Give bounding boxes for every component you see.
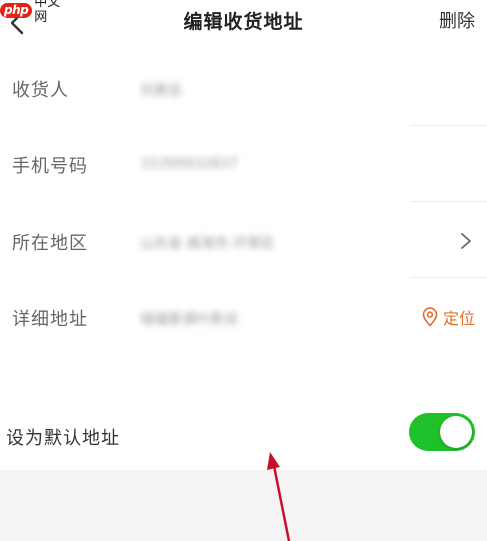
phone-label: 手机号码 bbox=[12, 156, 88, 177]
locate-button[interactable]: 定位 bbox=[421, 305, 475, 329]
region-label: 所在地区 bbox=[12, 233, 88, 254]
region-value[interactable]: 山东省 威海市 环翠区 bbox=[140, 233, 275, 253]
location-pin-icon bbox=[422, 307, 438, 327]
address-row[interactable]: 详细地址 瑞福客满叶斯派 定位 bbox=[0, 278, 487, 358]
default-address-row: 设为默认地址 bbox=[0, 410, 487, 470]
address-input[interactable]: 瑞福客满叶斯派 bbox=[140, 309, 238, 329]
receiver-row[interactable]: 收货人 刘景岳 bbox=[0, 46, 487, 126]
receiver-label: 收货人 bbox=[12, 80, 69, 101]
address-label: 详细地址 bbox=[12, 309, 88, 330]
region-row[interactable]: 所在地区 山东省 威海市 环翠区 bbox=[0, 202, 487, 278]
address-form: 收货人 刘景岳 手机号码 15399932837 所在地区 山东省 威海市 环翠… bbox=[0, 46, 487, 470]
receiver-input[interactable]: 刘景岳 bbox=[140, 80, 182, 100]
delete-button[interactable]: 删除 bbox=[439, 0, 475, 44]
phone-input[interactable]: 15399932837 bbox=[140, 156, 238, 172]
phone-row[interactable]: 手机号码 15399932837 bbox=[0, 126, 487, 202]
default-address-toggle[interactable] bbox=[409, 413, 475, 451]
default-address-label: 设为默认地址 bbox=[6, 428, 120, 449]
locate-label: 定位 bbox=[442, 309, 475, 328]
header-bar: php 中文网 编辑收货地址 删除 bbox=[0, 0, 487, 46]
chevron-right-icon[interactable] bbox=[459, 232, 473, 250]
toggle-knob bbox=[440, 416, 472, 448]
page-title: 编辑收货地址 bbox=[183, 11, 304, 33]
